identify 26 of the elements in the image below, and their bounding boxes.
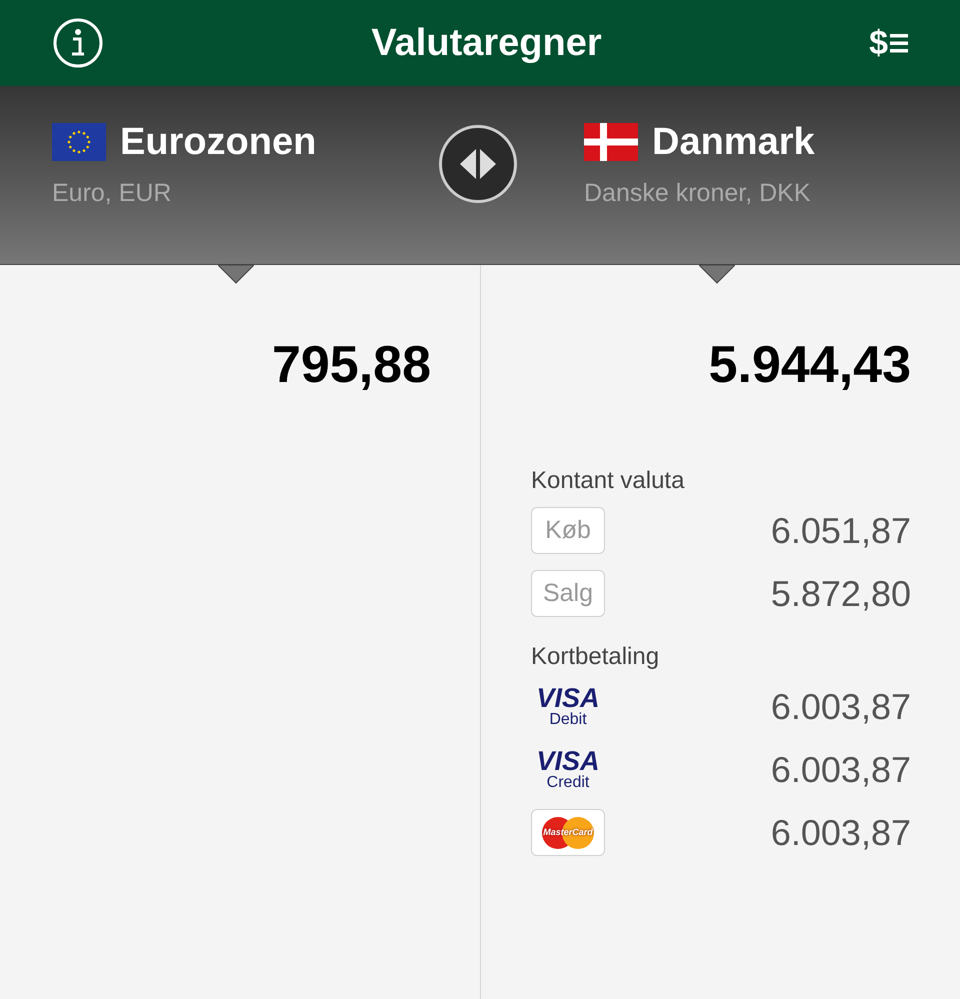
amount-value: 5.944,43 <box>708 339 911 391</box>
info-icon[interactable] <box>52 17 104 69</box>
flag-icon <box>52 123 106 162</box>
currency-list-button[interactable]: $ <box>869 26 908 60</box>
rate-value: 5.872,80 <box>770 572 911 616</box>
menu-icon <box>890 33 908 53</box>
rate-label: Salg <box>531 570 605 617</box>
section-title: Kortbetaling <box>531 642 660 672</box>
card-type-label: Credit <box>546 775 590 791</box>
visa-logo-text: VISA <box>536 685 600 712</box>
region-name[interactable]: Danmark <box>652 114 815 171</box>
rate-label: Køb <box>531 507 605 554</box>
rate-value: 6.003,87 <box>770 810 911 854</box>
region-name[interactable]: Eurozonen <box>120 114 316 171</box>
currency-name: Danske kroner, DKK <box>584 178 812 209</box>
amount-value[interactable]: 795,88 <box>272 339 431 391</box>
flag-icon <box>584 123 638 162</box>
swap-arrows-icon <box>458 147 498 181</box>
visa-logo-text: VISA <box>536 748 600 775</box>
app-title: Valutaregner <box>371 20 602 66</box>
rate-value: 6.051,87 <box>770 508 911 552</box>
currency-name: Euro, EUR <box>52 178 172 209</box>
section-title: Kontant valuta <box>531 466 686 496</box>
rate-value: 6.003,87 <box>770 748 911 792</box>
card-type-label: Debit <box>549 712 587 728</box>
rate-value: 6.003,87 <box>770 684 911 728</box>
